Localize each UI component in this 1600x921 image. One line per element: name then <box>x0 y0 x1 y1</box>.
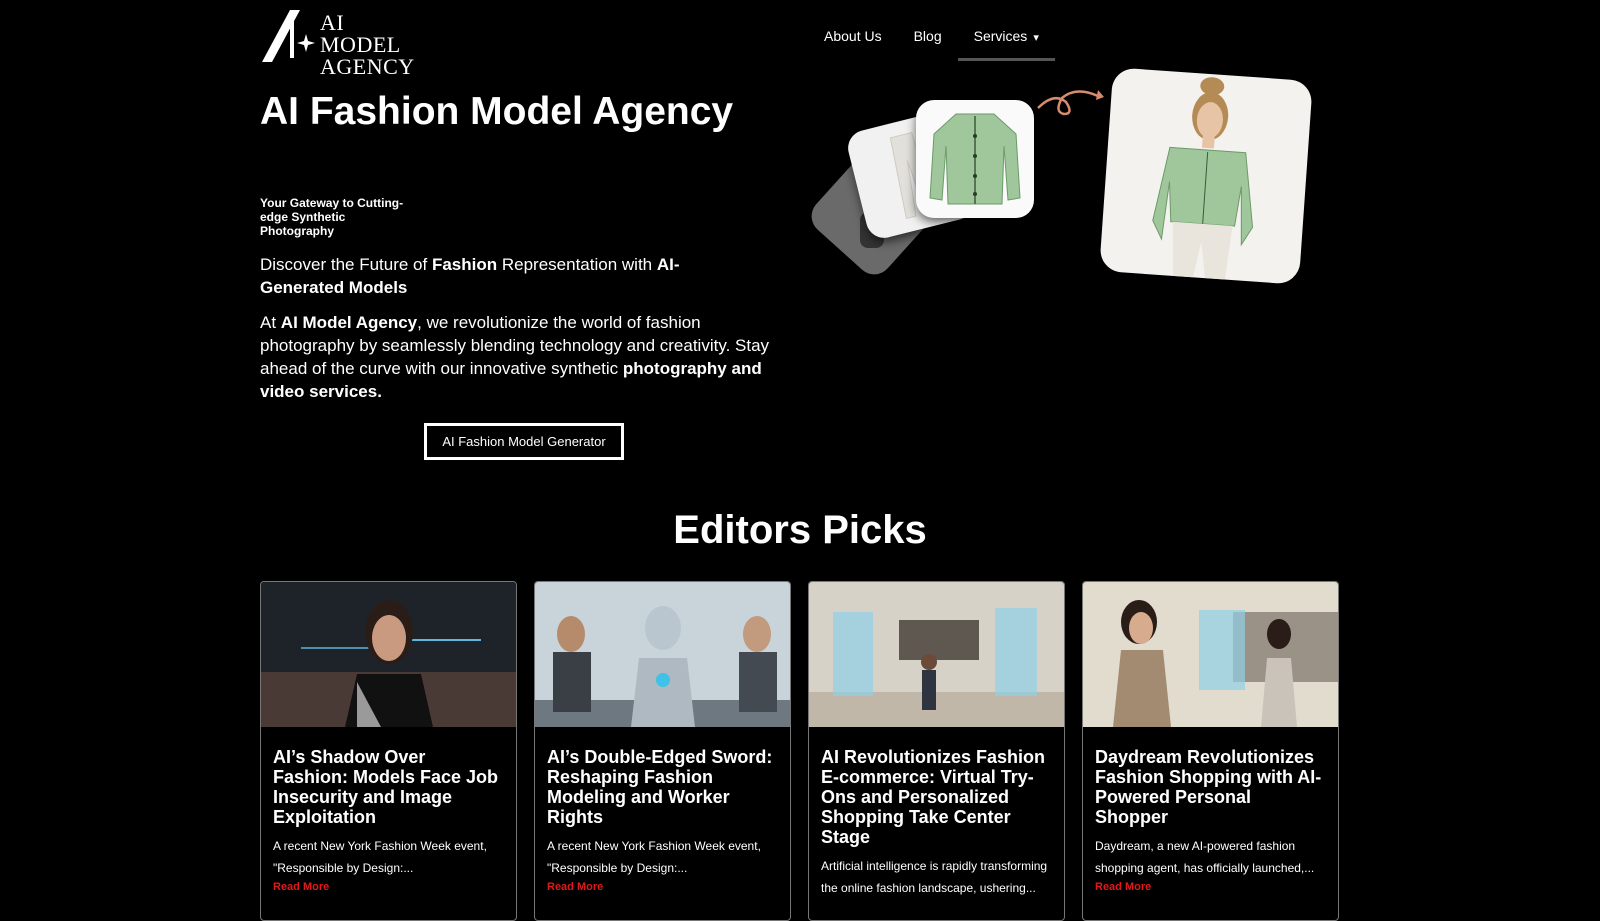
nav-blog-label: Blog <box>913 28 942 44</box>
article-excerpt-4: Daydream, a new AI-powered fashion shopp… <box>1095 839 1315 875</box>
article-image-4[interactable] <box>1083 582 1338 727</box>
article-card-2[interactable]: AI’s Double-Edged Sword: Reshaping Fashi… <box>534 581 791 921</box>
green-shirt-icon <box>929 113 1021 205</box>
logo-wordmark: AI MODEL AGENCY <box>320 12 430 78</box>
logo-line-1: AI MODEL <box>320 10 401 57</box>
article-title-2[interactable]: AI’s Double-Edged Sword: Reshaping Fashi… <box>547 747 778 827</box>
hero-illustration <box>804 67 1320 290</box>
hero-description: At AI Model Agency, we revolutionize the… <box>260 311 780 403</box>
article-card-3[interactable]: AI Revolutionizes Fashion E-commerce: Vi… <box>808 581 1065 921</box>
nav-blog[interactable]: Blog <box>898 24 958 61</box>
model-wearing-outfit-card <box>1099 67 1313 285</box>
article-body-3: AI Revolutionizes Fashion E-commerce: Vi… <box>809 727 1064 899</box>
hero-intro: Discover the Future of Fashion Represent… <box>260 253 740 299</box>
article-card-4[interactable]: Daydream Revolutionizes Fashion Shopping… <box>1082 581 1339 921</box>
article-image-2[interactable] <box>535 582 790 727</box>
nav-services[interactable]: Services ▾ <box>957 24 1055 61</box>
logo-line-2: AGENCY <box>320 54 415 79</box>
article-excerpt-3: Artificial intelligence is rapidly trans… <box>821 859 1048 895</box>
runway-model-photo-icon <box>261 582 516 727</box>
agency-logo[interactable]: AI MODEL AGENCY <box>260 8 430 78</box>
shirt-card <box>916 100 1034 218</box>
logo-mark-icon <box>262 10 315 62</box>
hero-tagline: Your Gateway to Cutting-edge Synthetic P… <box>260 196 404 238</box>
nav-services-label: Services <box>973 28 1028 44</box>
virtual-store-photo-icon <box>809 582 1064 727</box>
article-title-4[interactable]: Daydream Revolutionizes Fashion Shopping… <box>1095 747 1326 827</box>
hero-intro-bold-1: Fashion <box>431 255 498 274</box>
article-title-1[interactable]: AI’s Shadow Over Fashion: Models Face Jo… <box>273 747 504 827</box>
hero-desc-bold-1: AI Model Agency <box>280 313 418 332</box>
article-excerpt-1: A recent New York Fashion Week event, "R… <box>273 839 487 875</box>
robot-meeting-photo-icon <box>535 582 790 727</box>
hero-title: AI Fashion Model Agency <box>260 90 734 133</box>
editors-picks-cards: AI’s Shadow Over Fashion: Models Face Jo… <box>260 581 1339 921</box>
personal-shopper-photo-icon <box>1083 582 1338 727</box>
curly-arrow-icon <box>1037 90 1104 116</box>
chevron-down-icon: ▾ <box>1033 32 1039 44</box>
main-nav: About Us Blog Services ▾ <box>808 24 1055 61</box>
hero-intro-mid: Representation with <box>497 255 657 274</box>
nav-about-us[interactable]: About Us <box>808 24 898 61</box>
article-body-4: Daydream Revolutionizes Fashion Shopping… <box>1083 727 1338 893</box>
article-image-1[interactable] <box>261 582 516 727</box>
article-image-3[interactable] <box>809 582 1064 727</box>
article-body-1: AI’s Shadow Over Fashion: Models Face Jo… <box>261 727 516 893</box>
article-title-3[interactable]: AI Revolutionizes Fashion E-commerce: Vi… <box>821 747 1052 847</box>
article-body-2: AI’s Double-Edged Sword: Reshaping Fashi… <box>535 727 790 893</box>
read-more-link-1[interactable]: Read More <box>273 881 504 893</box>
article-excerpt-2: A recent New York Fashion Week event, "R… <box>547 839 761 875</box>
ai-fashion-model-generator-button[interactable]: AI Fashion Model Generator <box>424 423 624 460</box>
read-more-link-2[interactable]: Read More <box>547 881 778 893</box>
article-card-1[interactable]: AI’s Shadow Over Fashion: Models Face Jo… <box>260 581 517 921</box>
editors-picks-title: Editors Picks <box>673 508 927 552</box>
nav-about-us-label: About Us <box>824 28 882 44</box>
hero-desc-pre: At <box>260 313 281 332</box>
read-more-link-4[interactable]: Read More <box>1095 881 1326 893</box>
fashion-model-icon <box>1152 77 1254 280</box>
hero-intro-pre: Discover the Future of <box>260 255 432 274</box>
